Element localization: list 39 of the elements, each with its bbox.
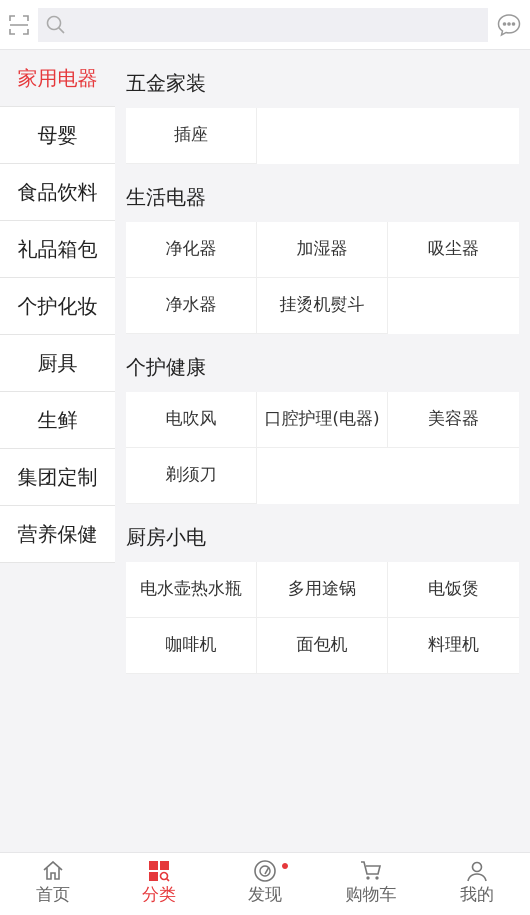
category-item[interactable]: 吸尘器 — [388, 222, 519, 278]
tab-bar-item[interactable]: 发现 — [212, 853, 318, 915]
person-icon — [465, 859, 489, 884]
tab-bar-item[interactable]: 首页 — [0, 853, 106, 915]
sidebar-item[interactable]: 厨具 — [0, 335, 115, 392]
chat-icon[interactable] — [496, 12, 522, 38]
section-title: 厨房小电 — [126, 524, 207, 551]
search-field[interactable] — [38, 8, 488, 42]
category-item[interactable]: 咖啡机 — [126, 618, 257, 674]
category-item[interactable]: 挂烫机熨斗 — [257, 278, 388, 334]
category-item[interactable]: 面包机 — [257, 618, 388, 674]
category-item[interactable]: 净化器 — [126, 222, 257, 278]
category-item[interactable]: 美容器 — [388, 392, 519, 448]
category-item[interactable]: 电水壶热水瓶 — [126, 562, 257, 618]
sidebar-item[interactable]: 母婴 — [0, 107, 115, 164]
category-item[interactable]: 电吹风 — [126, 392, 257, 448]
compass-icon — [253, 859, 277, 884]
sidebar-item[interactable]: 食品饮料 — [0, 164, 115, 221]
section-title: 个护健康 — [126, 354, 207, 381]
scan-icon[interactable] — [8, 14, 30, 36]
section-title: 五金家装 — [126, 70, 207, 97]
tab-bar-item[interactable]: 购物车 — [318, 853, 424, 915]
category-item[interactable]: 多用途锅 — [257, 562, 388, 618]
sidebar-item[interactable]: 集团定制 — [0, 449, 115, 506]
category-item[interactable]: 口腔护理(电器) — [257, 392, 388, 448]
sidebar-item[interactable]: 生鲜 — [0, 392, 115, 449]
sidebar-item[interactable]: 礼品箱包 — [0, 221, 115, 278]
tab-bar-item[interactable]: 我的 — [424, 853, 530, 915]
tab-bar-item[interactable]: 分类 — [106, 853, 212, 915]
category-item[interactable]: 电饭煲 — [388, 562, 519, 618]
category-item[interactable]: 加湿器 — [257, 222, 388, 278]
search-icon — [46, 14, 66, 34]
sidebar-item[interactable]: 个护化妆 — [0, 278, 115, 335]
section-title: 生活电器 — [126, 184, 207, 211]
category-item[interactable]: 剃须刀 — [126, 448, 257, 504]
category-item[interactable]: 料理机 — [388, 618, 519, 674]
sidebar-item[interactable]: 营养保健 — [0, 506, 115, 563]
category-item[interactable]: 净水器 — [126, 278, 257, 334]
grid-icon — [147, 859, 171, 884]
